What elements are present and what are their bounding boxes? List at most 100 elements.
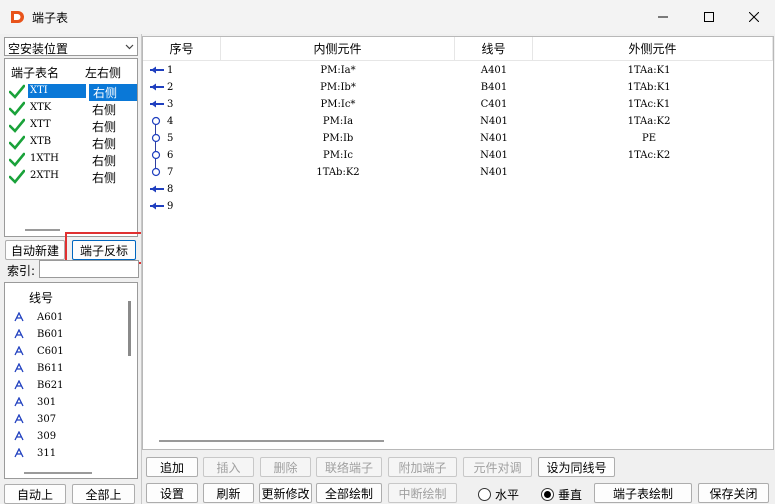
close-icon: [749, 12, 759, 22]
delete-button[interactable]: 删除: [260, 457, 311, 477]
all-up-button[interactable]: 全部上: [72, 484, 135, 504]
wire-symbol-icon: [14, 312, 24, 322]
list-item[interactable]: 311: [5, 446, 125, 463]
wire-number-list[interactable]: 线号 A601 B601 C601 B611 B621 301 307 309 …: [4, 282, 138, 479]
attach-terminal-button[interactable]: 附加端子: [388, 457, 457, 477]
terminal-table-row[interactable]: 1XTH 右侧: [5, 151, 137, 168]
terminal-arrow-icon: [150, 100, 164, 108]
horizontal-scrollbar[interactable]: [24, 472, 92, 474]
search-label: 索引:: [7, 264, 36, 278]
radio-circle: [478, 488, 491, 501]
vertical-scrollbar[interactable]: [128, 301, 131, 356]
terminal-table-row[interactable]: XTB 右侧: [5, 134, 137, 151]
table-row[interactable]: 6 PM:Ic N401 1TAc:K2: [143, 148, 773, 165]
terminal-arrow-icon: [150, 185, 164, 193]
grid-header-outer[interactable]: 外侧元件: [533, 37, 773, 61]
table-row[interactable]: 2 PM:Ib* B401 1TAb:K1: [143, 80, 773, 97]
append-button[interactable]: 追加: [146, 457, 198, 477]
horizontal-radio[interactable]: 水平: [478, 486, 519, 503]
checkmark-icon: [9, 118, 25, 133]
terminal-table-row[interactable]: 2XTH 右侧: [5, 168, 137, 185]
terminal-circle-icon: [151, 116, 161, 126]
list-item[interactable]: B601: [5, 327, 125, 344]
list-item[interactable]: A601: [5, 310, 125, 327]
table-row[interactable]: 3 PM:Ic* C401 1TAc:K1: [143, 97, 773, 114]
set-same-wire-button[interactable]: 设为同线号: [538, 457, 615, 477]
terminal-circle-icon: [151, 167, 161, 177]
checkmark-icon: [9, 101, 25, 116]
grid-header-wire[interactable]: 线号: [455, 37, 533, 61]
terminal-table-row[interactable]: XTK 右侧: [5, 100, 137, 117]
maximize-icon: [704, 12, 714, 22]
title-bar: 端子表: [0, 0, 775, 34]
wire-symbol-icon: [14, 448, 24, 458]
terminal-table-header: 端子表名 左右侧: [5, 62, 137, 80]
draw-all-button[interactable]: 全部绘制: [316, 483, 382, 503]
wire-symbol-icon: [14, 329, 24, 339]
table-row[interactable]: 5 PM:Ib N401 PE: [143, 131, 773, 148]
header-side[interactable]: 左右侧: [85, 64, 121, 81]
settings-button[interactable]: 设置: [146, 483, 198, 503]
terminal-table-draw-button[interactable]: 端子表绘制: [594, 483, 692, 503]
terminal-arrow-icon: [150, 66, 164, 74]
wire-symbol-icon: [14, 363, 24, 373]
table-row[interactable]: 9: [143, 199, 773, 216]
grid-header-seq[interactable]: 序号: [143, 37, 221, 61]
minimize-icon: [658, 16, 668, 18]
wire-symbol-icon: [14, 346, 24, 356]
checkmark-icon: [9, 169, 25, 184]
terminal-table-row[interactable]: XTT 右侧: [5, 117, 137, 134]
list-item[interactable]: B621: [5, 378, 125, 395]
vertical-radio[interactable]: 垂直: [541, 486, 582, 503]
maximize-button[interactable]: [686, 0, 732, 34]
wire-symbol-icon: [14, 431, 24, 441]
break-draw-button[interactable]: 中断绘制: [388, 483, 457, 503]
table-row[interactable]: 8: [143, 182, 773, 199]
auto-new-button[interactable]: 自动新建: [5, 240, 65, 260]
wire-symbol-icon: [14, 380, 24, 390]
close-button[interactable]: [731, 0, 775, 34]
list-item[interactable]: C601: [5, 344, 125, 361]
list-item[interactable]: 301: [5, 395, 125, 412]
terminal-table-row[interactable]: XTI 右侧: [5, 83, 137, 101]
window-title: 端子表: [32, 11, 69, 25]
terminal-circle-icon: [151, 133, 161, 143]
list-item[interactable]: 307: [5, 412, 125, 429]
wire-list-header[interactable]: 线号: [29, 289, 53, 306]
radio-circle-selected: [541, 488, 554, 501]
checkmark-icon: [9, 135, 25, 150]
table-row[interactable]: 4 PM:Ia N401 1TAa:K2: [143, 114, 773, 131]
update-button[interactable]: 更新修改: [259, 483, 312, 503]
table-row[interactable]: 7 1TAb:K2 N401: [143, 165, 773, 182]
location-select[interactable]: 空安装位置: [4, 37, 138, 56]
grid-header-inner[interactable]: 内侧元件: [221, 37, 455, 61]
minimize-button[interactable]: [640, 0, 686, 34]
chevron-down-icon: [125, 44, 134, 50]
checkmark-icon: [9, 84, 25, 99]
auto-up-button[interactable]: 自动上: [4, 484, 66, 504]
terminal-circle-icon: [151, 150, 161, 160]
horizontal-scrollbar[interactable]: [25, 229, 60, 231]
terminal-grid[interactable]: 序号 内侧元件 线号 外侧元件 1 PM:Ia* A401 1TAa:K1 2 …: [142, 36, 774, 450]
terminal-arrow-icon: [150, 202, 164, 210]
vertical-radio-label: 垂直: [558, 488, 583, 502]
list-item[interactable]: 309: [5, 429, 125, 446]
table-row[interactable]: 1 PM:Ia* A401 1TAa:K1: [143, 63, 773, 80]
app-logo-icon: [9, 9, 25, 25]
save-close-button[interactable]: 保存关闭: [698, 483, 769, 503]
swap-element-button[interactable]: 元件对调: [463, 457, 532, 477]
horizontal-radio-label: 水平: [495, 488, 520, 502]
wire-symbol-icon: [14, 397, 24, 407]
checkmark-icon: [9, 152, 25, 167]
terminal-arrow-icon: [150, 83, 164, 91]
list-item[interactable]: B611: [5, 361, 125, 378]
wire-symbol-icon: [14, 414, 24, 424]
terminal-table-list[interactable]: 端子表名 左右侧 XTI 右侧 XTK 右侧 XTT 右侧 XTB 右侧 1XT…: [4, 58, 138, 237]
header-table-name[interactable]: 端子表名: [11, 64, 59, 81]
horizontal-scrollbar[interactable]: [159, 440, 384, 442]
refresh-button[interactable]: 刷新: [203, 483, 254, 503]
link-terminal-button[interactable]: 联络端子: [316, 457, 382, 477]
location-select-value: 空安装位置: [8, 42, 69, 56]
insert-button[interactable]: 插入: [203, 457, 254, 477]
search-input[interactable]: [39, 260, 139, 278]
